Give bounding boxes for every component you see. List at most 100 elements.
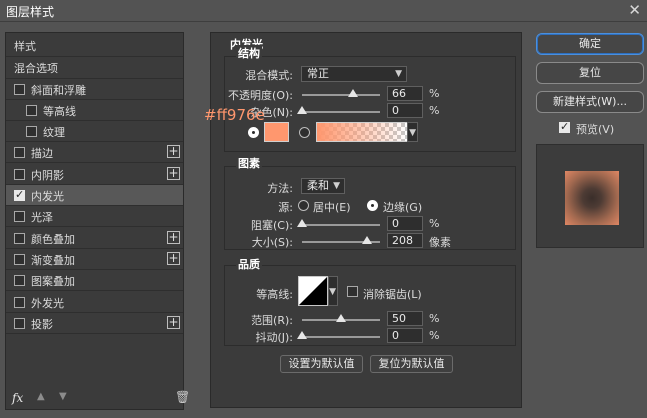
ok-button[interactable]: 确定 (536, 33, 644, 55)
add-icon[interactable]: + (167, 145, 180, 158)
add-icon[interactable]: + (167, 231, 180, 244)
technique-select[interactable]: 柔和 ▼ (301, 178, 345, 194)
range-label: 范围(R): (251, 314, 293, 327)
noise-unit: % (429, 104, 440, 117)
blend-mode-value: 常正 (307, 67, 329, 80)
gradient-swatch[interactable] (316, 122, 408, 142)
blending-options-item[interactable]: 混合选项 (6, 57, 183, 77)
style-checkbox[interactable] (14, 254, 25, 265)
style-checkbox[interactable] (14, 147, 25, 158)
window-title: 图层样式 (6, 5, 55, 19)
style-item-label: 斜面和浮雕 (31, 84, 86, 97)
linear-contour-icon (299, 277, 327, 305)
jitter-input[interactable]: 0 (387, 328, 423, 343)
style-item-label: 纹理 (43, 126, 65, 139)
move-up-icon[interactable]: ▲ (37, 391, 45, 402)
choke-slider-knob[interactable] (297, 219, 307, 227)
style-list-item[interactable]: 颜色叠加 + (6, 228, 183, 249)
style-checkbox[interactable] (14, 169, 25, 180)
center-label: 居中(E) (313, 201, 351, 214)
reset-button[interactable]: 复位 (536, 62, 644, 84)
style-checkbox[interactable] (14, 233, 25, 244)
quality-title: 品质 (236, 256, 262, 272)
contour-dropdown[interactable]: ▼ (328, 276, 338, 306)
chevron-down-icon: ▼ (409, 128, 416, 138)
solid-color-radio[interactable] (248, 127, 259, 138)
style-checkbox[interactable] (26, 126, 37, 137)
divider (6, 226, 183, 227)
preview-checkbox[interactable] (559, 120, 570, 133)
edge-radio[interactable] (367, 200, 378, 211)
noise-slider-knob[interactable] (297, 106, 307, 114)
source-label: 源: (278, 201, 293, 214)
style-list-item[interactable]: 内发光 (6, 185, 183, 206)
fx-icon[interactable]: fx (12, 391, 23, 405)
style-checkbox[interactable] (14, 318, 25, 329)
gradient-radio[interactable] (299, 127, 310, 138)
style-list-panel: 样式 混合选项 斜面和浮雕等高线纹理描边 + 内阴影 + 内发光光泽颜色叠加 + 渐变叠加 +… (5, 32, 184, 410)
blending-options-label: 混合选项 (14, 62, 58, 75)
style-list-item[interactable]: 描边 + (6, 142, 183, 163)
style-checkbox[interactable] (14, 188, 25, 201)
style-list-item[interactable]: 外发光 (6, 292, 183, 313)
technique-label: 方法: (267, 182, 293, 195)
opacity-input[interactable]: 66 (387, 86, 423, 101)
choke-input[interactable]: 0 (387, 216, 423, 231)
chevron-down-icon: ▼ (395, 69, 402, 79)
range-input[interactable]: 50 (387, 311, 423, 326)
choke-label: 阻塞(C): (251, 219, 293, 232)
style-checkbox[interactable] (14, 211, 25, 222)
center-radio[interactable] (298, 200, 309, 211)
close-icon[interactable]: ✕ (628, 1, 641, 19)
technique-value: 柔和 (307, 179, 329, 192)
blend-mode-select[interactable]: 常正 ▼ (301, 66, 407, 82)
color-hex-annotation: #ff976e (204, 106, 265, 124)
opacity-slider-track[interactable] (302, 94, 380, 96)
style-list-item[interactable]: 内阴影 + (6, 164, 183, 185)
jitter-slider-track[interactable] (302, 336, 380, 338)
style-checkbox[interactable] (14, 297, 25, 308)
divider (6, 162, 183, 163)
noise-slider-track[interactable] (302, 111, 380, 113)
range-unit: % (429, 312, 440, 325)
style-item-label: 描边 (31, 147, 53, 160)
opacity-unit: % (429, 87, 440, 100)
size-slider-knob[interactable] (361, 236, 372, 244)
antialias-checkbox[interactable] (347, 286, 358, 297)
preview-label: 预览(V) (576, 123, 615, 136)
style-list-item[interactable]: 纹理 (6, 121, 183, 142)
add-icon[interactable]: + (167, 167, 180, 180)
gradient-dropdown[interactable]: ▼ (407, 122, 418, 142)
add-icon[interactable]: + (167, 252, 180, 265)
move-down-icon[interactable]: ▼ (59, 391, 67, 402)
reset-default-button[interactable]: 复位为默认值 (370, 355, 453, 373)
chevron-down-icon: ▼ (329, 287, 336, 297)
size-input[interactable]: 208 (387, 233, 423, 248)
make-default-button[interactable]: 设置为默认值 (280, 355, 363, 373)
structure-title: 结构 (236, 45, 262, 61)
style-list-item[interactable]: 渐变叠加 + (6, 249, 183, 270)
elements-title: 图素 (236, 155, 262, 171)
style-list-item[interactable]: 投影 + (6, 313, 183, 334)
noise-input[interactable]: 0 (387, 103, 423, 118)
choke-slider-track[interactable] (302, 224, 380, 226)
styles-header-label: 样式 (14, 40, 36, 53)
contour-picker[interactable] (298, 276, 328, 306)
add-icon[interactable]: + (167, 316, 180, 329)
solid-color-swatch[interactable] (264, 122, 289, 142)
style-list-item[interactable]: 斜面和浮雕 (6, 79, 183, 100)
styles-header[interactable]: 样式 (6, 35, 183, 55)
jitter-label: 抖动(J): (255, 331, 293, 344)
new-style-button[interactable]: 新建样式(W)... (536, 91, 644, 113)
preview-thumbnail (565, 171, 619, 225)
range-slider-knob[interactable] (336, 314, 346, 322)
style-list-item[interactable]: 光泽 (6, 206, 183, 227)
style-list-item[interactable]: 图案叠加 (6, 270, 183, 291)
style-checkbox[interactable] (14, 275, 25, 286)
opacity-slider-knob[interactable] (348, 89, 359, 97)
trash-icon[interactable]: 🗑 (175, 390, 190, 404)
style-checkbox[interactable] (26, 105, 37, 116)
style-checkbox[interactable] (14, 84, 25, 95)
jitter-slider-knob[interactable] (297, 331, 307, 339)
style-list-item[interactable]: 等高线 (6, 100, 183, 121)
